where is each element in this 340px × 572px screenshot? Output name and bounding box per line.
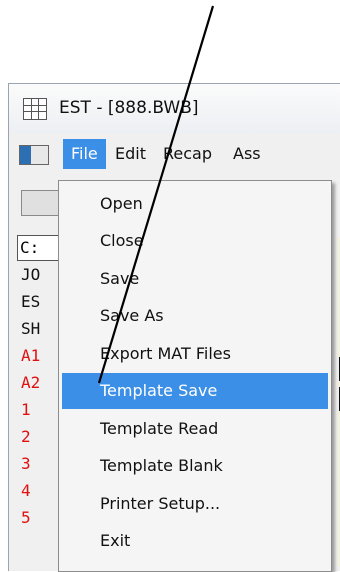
- menu-item-printer-setup[interactable]: Printer Setup...: [62, 486, 328, 522]
- row-label: 1: [21, 400, 31, 419]
- window-title: EST - [888.BWB]: [59, 98, 199, 118]
- menu-item-template-blank[interactable]: Template Blank: [62, 448, 328, 484]
- menu-item-save[interactable]: Save: [62, 261, 328, 297]
- menu-item-template-read[interactable]: Template Read: [62, 411, 328, 447]
- menu-edit[interactable]: Edit: [107, 139, 154, 169]
- row-label: A2: [21, 373, 41, 392]
- spreadsheet-icon: [23, 98, 47, 120]
- row-label: JO: [21, 265, 41, 284]
- menu-item-export-mat-files[interactable]: Export MAT Files: [62, 336, 328, 372]
- menu-recap[interactable]: Recap: [155, 139, 220, 169]
- menu-item-exit[interactable]: Exit: [62, 523, 328, 559]
- row-label: 5: [21, 508, 31, 527]
- row-label: A1: [21, 346, 41, 365]
- row-label: ES: [21, 292, 41, 311]
- menu-bar: File Edit Recap Ass: [8, 133, 340, 175]
- menu-item-open[interactable]: Open: [62, 186, 328, 222]
- menu-file[interactable]: File: [63, 139, 106, 169]
- row-label: 4: [21, 481, 31, 500]
- row-label: SH: [21, 319, 41, 338]
- menu-item-template-save[interactable]: Template Save: [62, 373, 328, 409]
- window-menu-icon[interactable]: [19, 145, 49, 165]
- menu-item-close[interactable]: Close: [62, 223, 328, 259]
- file-menu-dropdown: Open Close Save Save As Export MAT Files…: [58, 180, 332, 572]
- toolbar-button[interactable]: [21, 190, 63, 216]
- menu-item-save-as[interactable]: Save As: [62, 298, 328, 334]
- row-label: 2: [21, 427, 31, 446]
- menu-ass[interactable]: Ass: [225, 139, 269, 169]
- row-label: 3: [21, 454, 31, 473]
- title-bar: EST - [888.BWB]: [8, 83, 340, 134]
